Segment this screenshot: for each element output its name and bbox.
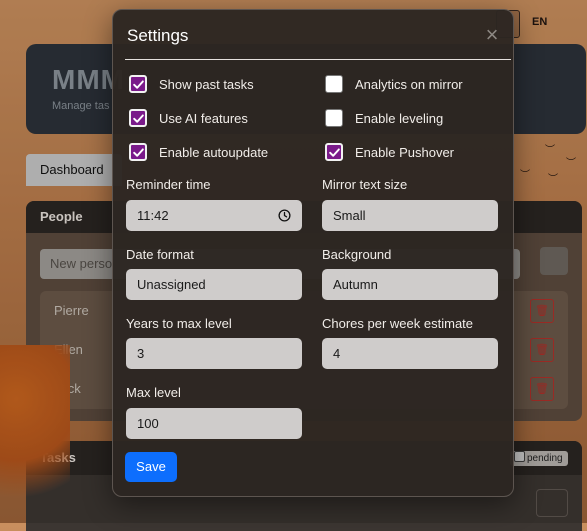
checkbox-icon[interactable] xyxy=(129,109,147,127)
enable-leveling-checkbox[interactable]: Enable leveling xyxy=(325,108,443,128)
chores-per-week-label: Chores per week estimate xyxy=(322,316,474,331)
checkbox-label: Analytics on mirror xyxy=(355,76,463,92)
max-level-label: Max level xyxy=(126,385,181,400)
checkbox-icon[interactable] xyxy=(129,75,147,93)
reminder-time-label: Reminder time xyxy=(126,177,211,192)
close-icon[interactable]: × xyxy=(481,24,503,46)
checkbox-label: Enable Pushover xyxy=(355,144,455,160)
background-label: Background xyxy=(322,247,392,262)
chores-per-week-input[interactable]: 4 xyxy=(322,338,498,369)
checkbox-label: Enable autoupdate xyxy=(159,144,269,160)
max-level-input[interactable]: 100 xyxy=(126,408,302,439)
checkbox-label: Show past tasks xyxy=(159,76,254,92)
background-select[interactable]: Autumn xyxy=(322,269,498,300)
modal-title: Settings xyxy=(127,26,189,45)
analytics-on-mirror-checkbox[interactable]: Analytics on mirror xyxy=(325,74,463,94)
reminder-time-value: 11:42 xyxy=(137,208,169,223)
checkbox-icon[interactable] xyxy=(325,109,343,127)
date-format-label: Date format xyxy=(126,247,194,262)
settings-modal: Settings × Show past tasks Analytics on … xyxy=(112,9,514,497)
years-to-max-level-label: Years to max level xyxy=(126,316,232,331)
years-to-max-level-input[interactable]: 3 xyxy=(126,338,302,369)
use-ai-features-checkbox[interactable]: Use AI features xyxy=(129,108,248,128)
enable-autoupdate-checkbox[interactable]: Enable autoupdate xyxy=(129,142,268,162)
checkbox-label: Use AI features xyxy=(159,110,248,126)
checkbox-icon[interactable] xyxy=(325,75,343,93)
mirror-text-size-label: Mirror text size xyxy=(322,177,408,192)
mirror-text-size-select[interactable]: Small xyxy=(322,200,498,231)
clock-icon[interactable] xyxy=(278,209,291,222)
save-button[interactable]: Save xyxy=(125,452,177,482)
show-past-tasks-checkbox[interactable]: Show past tasks xyxy=(129,74,254,94)
modal-divider xyxy=(125,59,511,60)
checkbox-icon[interactable] xyxy=(129,143,147,161)
enable-pushover-checkbox[interactable]: Enable Pushover xyxy=(325,142,454,162)
reminder-time-input[interactable]: 11:42 xyxy=(126,200,302,231)
checkbox-label: Enable leveling xyxy=(355,110,444,126)
checkbox-icon[interactable] xyxy=(325,143,343,161)
date-format-select[interactable]: Unassigned xyxy=(126,269,302,300)
